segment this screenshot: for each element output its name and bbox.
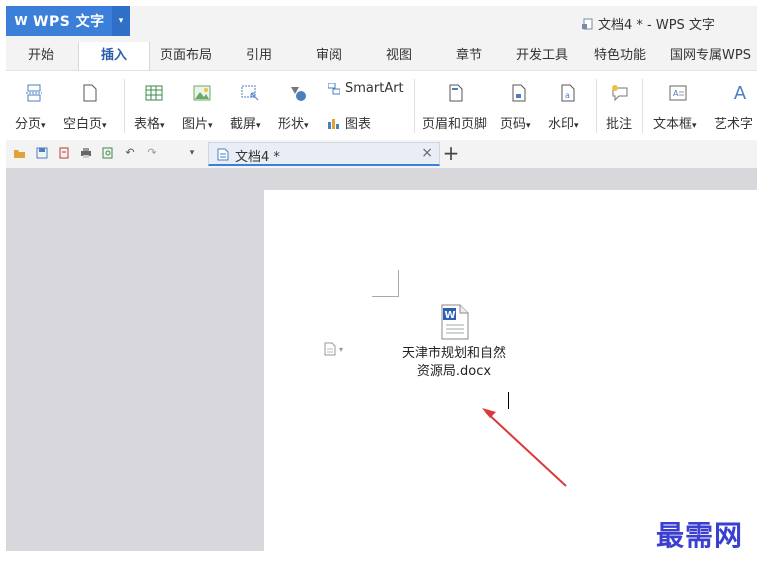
header-footer-icon[interactable]	[446, 83, 466, 103]
quick-access-toolbar: ↶ ↷ ▾ 文档4 * × +	[6, 140, 757, 168]
tab-developer[interactable]: 开发工具	[516, 42, 568, 70]
new-tab-button[interactable]: +	[440, 142, 462, 164]
embedded-file-name[interactable]: 天津市规划和自然 资源局.docx	[374, 345, 534, 381]
comment-icon[interactable]	[610, 83, 630, 103]
ribbon-separator	[124, 79, 125, 133]
wordart-icon[interactable]: A	[730, 83, 750, 104]
document-tab-label: 文档4 *	[235, 150, 280, 165]
watermark-button[interactable]: 水印▾	[548, 113, 579, 132]
tab-section[interactable]: 章节	[456, 42, 482, 70]
ribbon-separator	[596, 79, 597, 133]
shape-button[interactable]: 形状▾	[278, 113, 309, 132]
export-pdf-icon[interactable]	[58, 147, 70, 159]
window-title-text: 文档4 * - WPS 文字	[598, 18, 715, 33]
table-icon[interactable]	[144, 83, 164, 103]
svg-text:W: W	[445, 310, 456, 321]
file-name-line: 资源局.docx	[416, 364, 492, 379]
tab-sgcc-wps[interactable]: 国网专属WPS	[670, 42, 751, 70]
app-menu-button[interactable]: W WPS 文字 ▾	[6, 6, 130, 36]
document-icon	[582, 18, 593, 29]
textbox-button[interactable]: 文本框▾	[653, 113, 697, 132]
title-bar: W WPS 文字 ▾ 文档4 * - WPS 文字	[6, 6, 757, 39]
picture-icon[interactable]	[192, 83, 212, 103]
smartart-icon	[328, 82, 340, 94]
redo-icon[interactable]: ↷	[146, 147, 158, 159]
app-name: WPS 文字	[33, 14, 105, 30]
page-number-icon[interactable]	[509, 83, 529, 103]
wps-window: W WPS 文字 ▾ 文档4 * - WPS 文字 开始 插入 页面布局 引用 …	[6, 6, 757, 551]
undo-icon[interactable]: ↶	[124, 147, 136, 159]
margin-corner-mark	[372, 270, 399, 297]
site-watermark: 最需网	[656, 519, 744, 552]
document-icon	[217, 148, 229, 161]
svg-text:A: A	[673, 89, 679, 98]
table-button[interactable]: 表格▾	[134, 113, 165, 132]
window-title: 文档4 * - WPS 文字	[582, 14, 715, 33]
smartart-button[interactable]: SmartArt	[328, 81, 404, 96]
picture-button[interactable]: 图片▾	[182, 113, 213, 132]
shape-icon[interactable]	[288, 83, 308, 103]
tab-references[interactable]: 引用	[246, 42, 272, 70]
textbox-icon[interactable]: A	[668, 83, 688, 103]
open-folder-icon[interactable]	[14, 147, 26, 159]
blank-page-button[interactable]: 空白页▾	[63, 113, 107, 132]
ribbon-separator	[414, 79, 415, 133]
document-workspace: ▾ W 天津市规划和自然 资源局.docx	[6, 168, 757, 551]
word-file-icon[interactable]: W	[440, 304, 470, 340]
tab-review[interactable]: 审阅	[316, 42, 342, 70]
document-page[interactable]: ▾ W 天津市规划和自然 资源局.docx	[264, 190, 757, 551]
tab-home[interactable]: 开始	[28, 42, 54, 70]
close-icon[interactable]: ×	[421, 145, 433, 161]
file-name-line: 天津市规划和自然	[401, 346, 506, 361]
page-number-button[interactable]: 页码▾	[500, 113, 531, 132]
screenshot-button[interactable]: 截屏▾	[230, 113, 261, 132]
page-break-button[interactable]: 分页▾	[15, 113, 46, 132]
watermark-ribbon-icon[interactable]: a	[558, 83, 578, 103]
chart-icon	[328, 118, 339, 129]
ribbon-separator	[642, 79, 643, 133]
wordart-button[interactable]: 艺术字	[714, 113, 753, 132]
paste-options-icon	[324, 342, 336, 356]
chart-button[interactable]: 图表	[328, 113, 371, 132]
save-icon[interactable]	[36, 147, 48, 159]
paste-options-button[interactable]: ▾	[324, 342, 343, 356]
customize-toolbar-icon[interactable]: ▾	[186, 147, 198, 159]
screenshot-icon[interactable]	[240, 83, 260, 103]
chevron-down-icon: ▾	[339, 344, 344, 354]
text-caret	[508, 392, 509, 409]
tab-view[interactable]: 视图	[386, 42, 412, 70]
menu-bar: 开始 插入 页面布局 引用 审阅 视图 章节 开发工具 特色功能 国网专属WPS	[6, 42, 757, 70]
comment-button[interactable]: 批注	[606, 113, 632, 132]
document-tab[interactable]: 文档4 * ×	[208, 142, 440, 166]
tab-insert[interactable]: 插入	[78, 42, 150, 70]
blank-page-icon[interactable]	[80, 83, 100, 103]
page-break-icon[interactable]	[24, 83, 44, 103]
tab-features[interactable]: 特色功能	[594, 42, 646, 70]
svg-text:a: a	[565, 91, 570, 100]
print-preview-icon[interactable]	[102, 147, 114, 159]
wps-logo-icon: W	[14, 14, 28, 28]
ribbon-insert: 分页▾ 空白页▾ 表格▾ 图片▾ 截屏▾ 形状▾ SmartArt 图表 页眉和…	[6, 70, 757, 142]
tab-page-layout[interactable]: 页面布局	[160, 42, 212, 70]
chevron-down-icon[interactable]: ▾	[112, 6, 130, 36]
print-icon[interactable]	[80, 147, 92, 159]
header-footer-button[interactable]: 页眉和页脚	[422, 113, 487, 132]
